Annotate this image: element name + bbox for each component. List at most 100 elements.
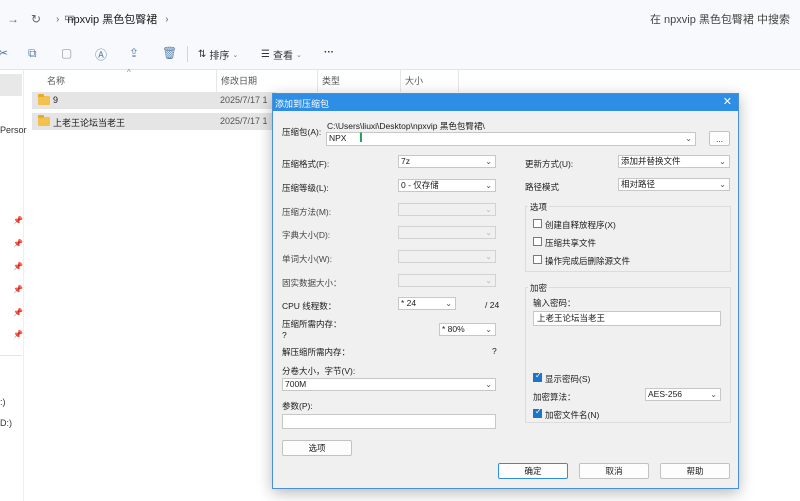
- pin-icon: 📌: [13, 239, 23, 248]
- level-value: 0 - 仅存储: [401, 180, 439, 190]
- more-button[interactable]: ···: [324, 47, 334, 58]
- column-header-name[interactable]: 名称: [47, 74, 65, 87]
- chevron-down-icon: ⌄: [295, 51, 302, 59]
- nav-item-label[interactable]: Persor: [0, 125, 27, 135]
- chevron-down-icon: ⌄: [485, 252, 492, 261]
- options-button[interactable]: 选项: [282, 440, 352, 456]
- format-value: 7z: [401, 156, 410, 166]
- drive-label[interactable]: D:): [0, 418, 12, 428]
- paste-icon[interactable]: ▢: [61, 46, 72, 60]
- cancel-button[interactable]: 取消: [579, 463, 649, 479]
- drive-label[interactable]: :): [0, 397, 6, 407]
- navigation-pane: Persor 📌 📌 📌 📌 📌 📌 :) D:): [0, 70, 27, 501]
- column-divider[interactable]: [458, 70, 459, 92]
- cut-icon[interactable]: ✂: [0, 46, 8, 60]
- breadcrumb: › npxvip 黑色包臀裙 ›: [56, 11, 169, 27]
- parameters-input[interactable]: [282, 414, 496, 429]
- add-to-archive-dialog: 添加到压缩包 ✕ 压缩包(A): C:\Users\liuxi\Desktop\…: [272, 93, 739, 489]
- column-divider[interactable]: [400, 70, 401, 92]
- nav-divider: [0, 355, 22, 356]
- nav-item-selected[interactable]: [0, 74, 22, 96]
- update-mode-label: 更新方式(U):: [525, 159, 574, 169]
- browse-button[interactable]: ...: [709, 131, 730, 146]
- encrypt-filenames-checkbox[interactable]: [533, 407, 542, 418]
- options-group-title: 选项: [528, 201, 550, 213]
- ok-button[interactable]: 确定: [498, 463, 568, 479]
- encryption-group-title: 加密: [528, 282, 550, 294]
- show-password-checkbox[interactable]: [533, 371, 542, 382]
- sort-label: 排序: [209, 51, 230, 62]
- format-label: 压缩格式(F):: [282, 159, 330, 169]
- column-divider[interactable]: [317, 70, 318, 92]
- column-header-type[interactable]: 类型: [322, 74, 340, 87]
- copy-icon[interactable]: ⧉: [28, 46, 37, 61]
- delete-after-checkbox[interactable]: [533, 255, 542, 264]
- forward-arrow-icon[interactable]: →: [7, 12, 19, 26]
- close-icon[interactable]: ✕: [723, 95, 732, 110]
- breadcrumb-item[interactable]: npxvip 黑色包臀裙: [67, 11, 157, 27]
- password-input[interactable]: 上老王论坛当老王: [533, 311, 721, 326]
- chevron-down-icon: ⌄: [232, 51, 239, 59]
- word-size-label: 单词大小(W):: [282, 254, 333, 264]
- path-mode-select[interactable]: 相对路径 ⌄: [618, 178, 730, 191]
- solid-block-label: 固实数据大小：: [282, 278, 342, 288]
- show-password-label[interactable]: 显示密码(S): [545, 373, 590, 385]
- update-mode-select[interactable]: 添加并替换文件 ⌄: [618, 155, 730, 168]
- cpu-threads-select[interactable]: * 24 ⌄: [398, 297, 456, 310]
- encryption-method-select[interactable]: AES-256 ⌄: [645, 388, 721, 401]
- dialog-title: 添加到压缩包: [275, 99, 330, 109]
- path-mode-value: 相对路径: [621, 179, 656, 189]
- delete-icon[interactable]: 🗑: [162, 46, 177, 60]
- address-bar: → ↻ ▭ › npxvip 黑色包臀裙 › 在 npxvip 黑色包臀裙 中搜…: [0, 0, 800, 38]
- encrypt-filenames-label[interactable]: 加密文件名(N): [545, 409, 599, 421]
- cpu-threads-label: CPU 线程数：: [282, 301, 337, 311]
- chevron-down-icon: ⌄: [485, 276, 492, 285]
- rename-icon[interactable]: Ⓐ: [95, 46, 107, 63]
- create-sfx-label[interactable]: 创建自释放程序(X): [545, 219, 616, 231]
- chevron-down-icon[interactable]: ⌄: [685, 133, 692, 144]
- column-header-date[interactable]: 修改日期: [221, 74, 257, 87]
- view-label: 查看: [272, 51, 293, 62]
- file-date: 2025/7/17 1: [220, 116, 268, 126]
- search-input[interactable]: 在 npxvip 黑色包臀裙 中搜索: [650, 11, 790, 27]
- compress-shared-label[interactable]: 压缩共享文件: [545, 237, 596, 249]
- file-name: 上老王论坛当老王: [53, 118, 126, 128]
- archive-name-value: NPX: [329, 133, 347, 143]
- folder-icon: [38, 115, 50, 126]
- column-header-size[interactable]: 大小: [405, 74, 423, 87]
- solid-block-select: ⌄: [398, 274, 496, 287]
- split-volume-value: 700M: [285, 379, 307, 389]
- view-button[interactable]: ☰ 查看 ⌄: [261, 47, 302, 62]
- delete-after-label[interactable]: 操作完成后删除源文件: [545, 255, 630, 267]
- split-volume-combo[interactable]: 700M ⌄: [282, 378, 496, 391]
- chevron-down-icon: ⌄: [485, 380, 492, 389]
- create-sfx-checkbox[interactable]: [533, 219, 542, 228]
- column-divider[interactable]: [216, 70, 217, 92]
- sort-button[interactable]: ⇅ 排序 ⌄: [198, 47, 238, 62]
- memory-usage-value: * 80%: [442, 324, 465, 334]
- chevron-down-icon: ⌄: [719, 180, 726, 189]
- refresh-icon[interactable]: ↻: [31, 12, 41, 26]
- method-select: ⌄: [398, 203, 496, 216]
- file-date: 2025/7/17 1: [220, 95, 268, 105]
- help-button[interactable]: 帮助: [660, 463, 730, 479]
- dictionary-label: 字典大小(D):: [282, 230, 331, 240]
- pin-icon: 📌: [13, 330, 23, 339]
- chevron-right-icon[interactable]: ›: [56, 14, 59, 25]
- archive-name-combo[interactable]: NPX ⌄: [326, 132, 696, 146]
- split-volume-label: 分卷大小，字节(V):: [282, 366, 356, 376]
- chevron-right-icon[interactable]: ›: [165, 14, 168, 25]
- chevron-down-icon: ⌄: [485, 325, 492, 334]
- format-select[interactable]: 7z ⌄: [398, 155, 496, 168]
- table-row[interactable]: 上老王论坛当老王 2025/7/17 1: [32, 113, 276, 130]
- sort-up-icon: ^: [127, 68, 131, 77]
- share-icon[interactable]: ⇪: [129, 46, 139, 60]
- file-name: 9: [53, 95, 59, 105]
- dialog-title-bar[interactable]: 添加到压缩包 ✕: [273, 94, 738, 111]
- table-row[interactable]: 9 2025/7/17 1: [32, 92, 276, 109]
- compress-shared-checkbox[interactable]: [533, 237, 542, 246]
- compress-memory-label: 压缩所需内存：: [282, 319, 342, 329]
- memory-usage-select[interactable]: * 80% ⌄: [439, 323, 496, 336]
- level-select[interactable]: 0 - 仅存储 ⌄: [398, 179, 496, 192]
- archive-label: 压缩包(A):: [282, 127, 322, 137]
